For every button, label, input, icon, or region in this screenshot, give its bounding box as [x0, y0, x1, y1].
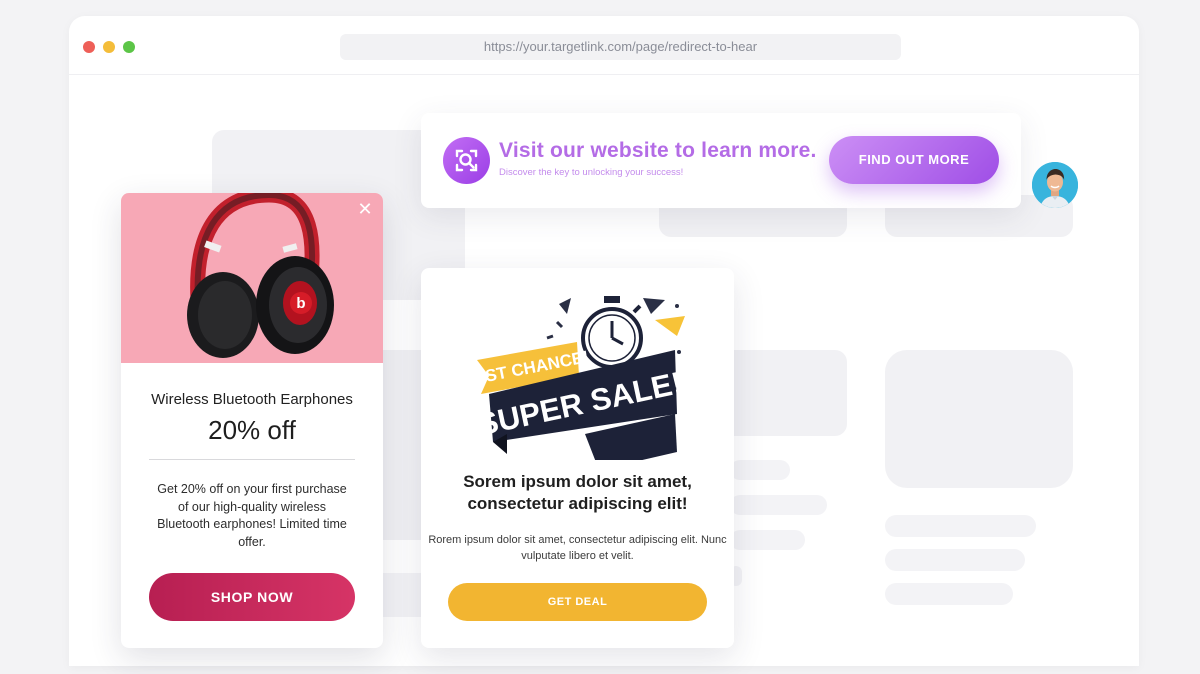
- banner-title: Visit our website to learn more.: [499, 139, 817, 162]
- product-discount: 20% off: [208, 415, 296, 445]
- super-sale-illustration: LAST CHANCE! SUPER SALE!: [467, 296, 685, 460]
- placeholder-block: [383, 573, 421, 617]
- minimize-window-button[interactable]: [103, 41, 115, 53]
- placeholder-block: [885, 350, 1073, 488]
- placeholder-line: [885, 515, 1036, 537]
- placeholder-line: [885, 549, 1025, 571]
- placeholder-block: [383, 350, 421, 540]
- close-icon[interactable]: ✕: [355, 199, 375, 219]
- placeholder-line: [730, 495, 827, 515]
- website-banner: Visit our website to learn more. Discove…: [421, 113, 1021, 208]
- avatar[interactable]: [1032, 162, 1078, 208]
- placeholder-line: [730, 460, 790, 480]
- headphones-image: b ✕: [121, 193, 383, 363]
- find-out-more-button[interactable]: FIND OUT MORE: [829, 136, 999, 184]
- sale-description: Rorem ipsum dolor sit amet, consectetur …: [428, 534, 727, 562]
- get-deal-button[interactable]: GET DEAL: [448, 583, 707, 621]
- sale-popup: LAST CHANCE! SUPER SALE! Sorem ipsum dol…: [421, 268, 734, 648]
- banner-subtitle: Discover the key to unlocking your succe…: [499, 167, 684, 178]
- product-name: Wireless Bluetooth Earphones: [151, 391, 353, 408]
- product-description: Get 20% off on your first purchase of ou…: [157, 482, 347, 549]
- beats-logo: b: [296, 295, 305, 312]
- divider: [149, 459, 355, 460]
- shop-now-button[interactable]: SHOP NOW: [149, 573, 355, 621]
- address-bar[interactable]: https://your.targetlink.com/page/redirec…: [340, 34, 901, 60]
- sale-title: Sorem ipsum dolor sit amet, consectetur …: [463, 472, 692, 513]
- maximize-window-button[interactable]: [123, 41, 135, 53]
- placeholder-line: [730, 530, 805, 550]
- close-window-button[interactable]: [83, 41, 95, 53]
- placeholder-line: [885, 583, 1013, 605]
- product-popup: b ✕ Wireless Bluetooth Earphones 20% off…: [121, 193, 383, 648]
- browser-titlebar: https://your.targetlink.com/page/redirec…: [69, 16, 1139, 75]
- search-scan-icon: [443, 137, 490, 184]
